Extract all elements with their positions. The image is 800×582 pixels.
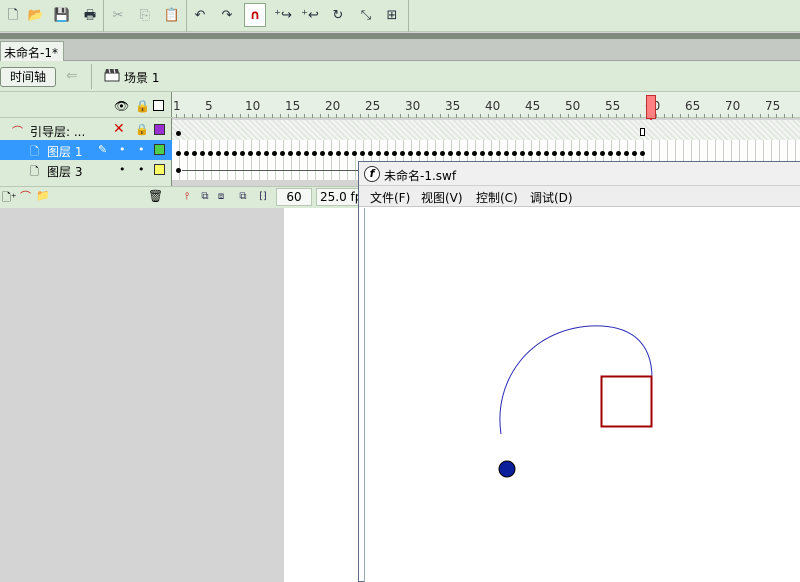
swf-animation-drawing	[498, 325, 653, 478]
blue-ball	[498, 460, 516, 478]
red-square	[600, 375, 653, 428]
guide-path	[499, 325, 653, 435]
